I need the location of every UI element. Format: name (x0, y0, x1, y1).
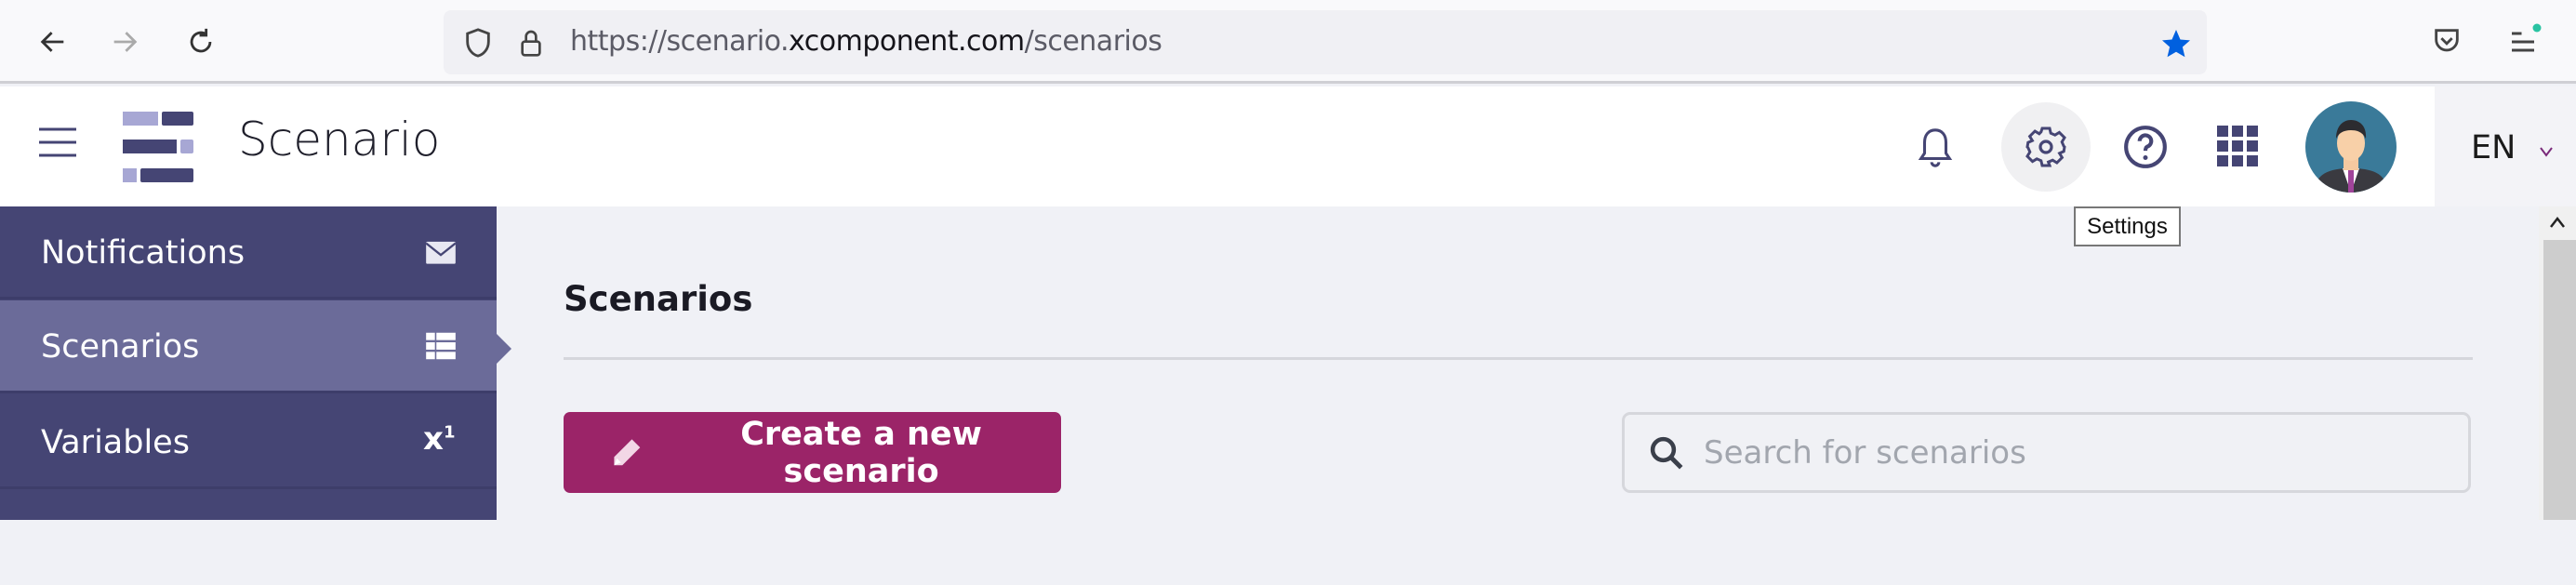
browser-toolbar: https://scenario.xcomponent.com/scenario… (0, 0, 2576, 84)
sidebar-item-scenarios[interactable]: Scenarios (0, 300, 497, 393)
chevron-down-icon (2540, 147, 2553, 157)
table-list-icon (426, 332, 456, 360)
sidebar-item-label: Scenarios (41, 328, 200, 366)
apps-grid-icon[interactable] (2217, 126, 2258, 166)
language-selector[interactable]: EN (2435, 86, 2576, 206)
search-box[interactable] (1622, 412, 2471, 493)
pencil-icon (614, 438, 641, 465)
scroll-up-icon[interactable] (2548, 214, 2567, 233)
sidebar: Notifications Scenarios Variables x1 (0, 206, 497, 520)
settings-button[interactable] (2001, 102, 2091, 192)
pocket-icon[interactable] (2431, 25, 2463, 57)
reload-icon (190, 28, 212, 53)
superscript-icon: x1 (423, 420, 456, 458)
shield-icon[interactable] (462, 26, 494, 60)
sidebar-item-notifications[interactable]: Notifications (0, 206, 497, 299)
lock-icon[interactable] (516, 25, 546, 60)
url-text[interactable]: https://scenario.xcomponent.com/scenario… (570, 25, 1162, 58)
back-button[interactable] (32, 20, 74, 63)
divider (564, 357, 2473, 360)
active-pointer (497, 334, 511, 364)
app-menu-icon[interactable] (2507, 22, 2544, 56)
address-bar[interactable]: https://scenario.xcomponent.com/scenario… (444, 10, 2207, 74)
app-header: Scenario (0, 86, 2435, 206)
settings-tooltip: Settings (2074, 206, 2181, 246)
avatar[interactable] (2305, 101, 2397, 193)
sidebar-item[interactable] (0, 492, 497, 585)
gear-icon (2025, 126, 2066, 167)
search-input[interactable] (1704, 432, 2448, 474)
sidebar-item-label: Notifications (41, 234, 246, 272)
forward-button[interactable] (103, 20, 146, 63)
scrollbar-thumb[interactable] (2543, 240, 2576, 520)
help-icon[interactable] (2122, 124, 2169, 170)
page-title: Scenarios (564, 279, 753, 319)
create-scenario-label: Create a new scenario (740, 415, 982, 490)
arrow-left-icon (40, 32, 64, 52)
reload-button[interactable] (179, 20, 222, 63)
arrow-right-icon (113, 32, 138, 52)
search-icon (1650, 436, 1683, 470)
sidebar-item-label: Variables (41, 424, 190, 461)
app-logo (123, 112, 193, 182)
envelope-icon (425, 241, 457, 264)
hamburger-menu-icon[interactable] (37, 126, 78, 159)
sidebar-item-variables[interactable]: Variables x1 (0, 396, 497, 489)
bell-icon[interactable] (1914, 126, 1957, 170)
create-scenario-button[interactable]: Create a new scenario (564, 412, 1061, 493)
language-label: EN (2471, 129, 2516, 166)
bookmark-star-icon[interactable] (2159, 27, 2193, 60)
app-title: Scenario (238, 113, 441, 166)
